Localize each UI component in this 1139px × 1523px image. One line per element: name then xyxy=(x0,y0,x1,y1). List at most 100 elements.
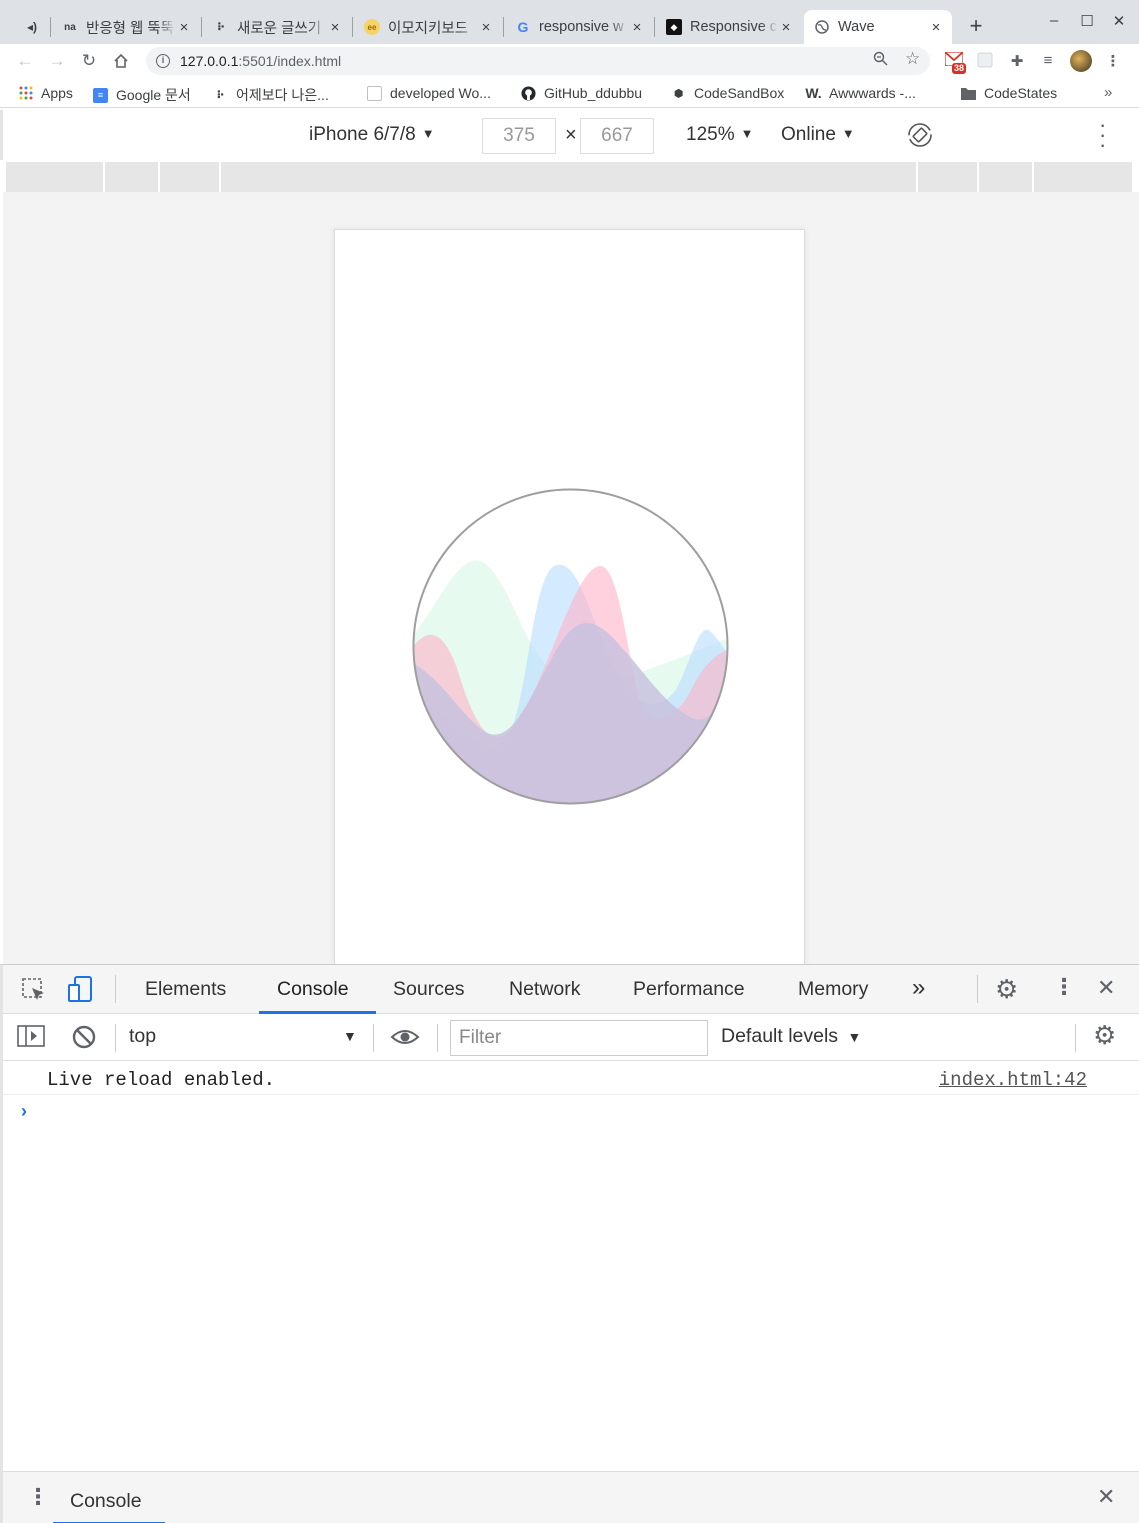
height-input[interactable]: 667 xyxy=(580,118,654,154)
inspect-element-icon[interactable] xyxy=(21,977,47,1008)
bookmark-developed[interactable]: developed Wo... xyxy=(367,85,491,101)
media-control-icon[interactable]: ≡ xyxy=(1038,52,1058,72)
close-icon[interactable]: × xyxy=(176,19,192,36)
width-input[interactable]: 375 xyxy=(482,118,556,154)
console-settings-gear-icon[interactable]: ⚙ xyxy=(1093,1020,1116,1051)
zoom-select[interactable]: 125% ▼ xyxy=(686,124,753,146)
divider xyxy=(437,1024,438,1052)
caret-down-icon: ▼ xyxy=(343,1028,357,1044)
site-info-icon[interactable]: i xyxy=(156,54,170,68)
avatar[interactable] xyxy=(1070,50,1092,72)
zoom-icon[interactable] xyxy=(873,51,888,70)
media-query-segment[interactable] xyxy=(105,162,160,192)
rotate-icon[interactable] xyxy=(907,122,933,148)
customize-menu-icon[interactable]: ⋮ xyxy=(1053,974,1075,1000)
more-options-icon[interactable]: · · · xyxy=(1099,114,1106,156)
bookmark-codesandbox[interactable]: ⬢ CodeSandBox xyxy=(671,85,785,101)
new-tab-button[interactable]: + xyxy=(962,13,990,41)
close-icon[interactable]: × xyxy=(629,19,645,36)
forward-icon[interactable]: → xyxy=(46,50,68,72)
console-message: Live reload enabled. index.html:42 xyxy=(3,1061,1139,1095)
context-select[interactable]: top xyxy=(129,1025,361,1048)
tab-separator xyxy=(201,17,202,37)
close-icon[interactable]: × xyxy=(928,19,944,36)
close-devtools-icon[interactable]: ✕ xyxy=(1097,975,1115,1001)
tab-4[interactable]: ◆ Responsive c × xyxy=(656,10,802,44)
bookmark-google-docs[interactable]: ≡ Google 문서 xyxy=(93,85,191,105)
bookmark-apps[interactable]: Apps xyxy=(18,85,73,101)
drawer-menu-icon[interactable]: ⋮ xyxy=(27,1484,49,1510)
close-drawer-icon[interactable]: ✕ xyxy=(1097,1484,1115,1510)
tab-2[interactable]: ee 이모지키보드 × xyxy=(354,10,502,44)
sidebar-toggle-icon[interactable] xyxy=(17,1024,45,1053)
tab-memory[interactable]: Memory xyxy=(798,978,868,1001)
tab-elements[interactable]: Elements xyxy=(145,978,226,1001)
maximize-icon[interactable]: ☐ xyxy=(1076,12,1098,34)
device-name: iPhone 6/7/8 xyxy=(309,124,416,145)
clear-console-icon[interactable] xyxy=(71,1024,97,1055)
bookmark-awwwards[interactable]: W. Awwwards -... xyxy=(805,85,916,101)
bookmark-label: CodeStates xyxy=(984,85,1058,101)
bookmark-label: Google 문서 xyxy=(116,87,191,103)
tab-3[interactable]: G responsive w × xyxy=(505,10,653,44)
throttle-select[interactable]: Online ▼ xyxy=(781,124,855,146)
tab-5-active[interactable]: Wave × xyxy=(804,10,952,44)
settings-gear-icon[interactable]: ⚙ xyxy=(995,974,1018,1005)
extension-grid-icon[interactable] xyxy=(975,52,995,72)
tab-title: 이모지키보드 xyxy=(388,20,469,37)
drawer-tab-console[interactable]: Console xyxy=(70,1490,142,1513)
media-query-segment[interactable] xyxy=(221,162,918,192)
bookmark-label: Apps xyxy=(41,85,73,101)
device-screen xyxy=(334,229,805,965)
tab-0[interactable]: na 반응형 웹 뚝뚝 × xyxy=(52,10,200,44)
tab-sources[interactable]: Sources xyxy=(393,978,465,1001)
media-query-segment[interactable] xyxy=(160,162,221,192)
filter-input[interactable] xyxy=(450,1020,708,1056)
close-icon[interactable]: × xyxy=(778,19,794,36)
media-query-segment[interactable] xyxy=(6,162,105,192)
bookmark-codestates[interactable]: CodeStates xyxy=(961,85,1057,101)
device-toolbar: iPhone 6/7/8 ▼ 375 × 667 125% ▼ Online ▼ · ·… xyxy=(0,110,1139,160)
device-select[interactable]: iPhone 6/7/8 ▼ xyxy=(309,124,435,146)
bookmark-label: CodeSandBox xyxy=(694,85,785,101)
tab-title: 반응형 웹 뚝뚝 xyxy=(86,20,175,37)
home-icon[interactable] xyxy=(110,50,132,72)
bookmark-star-icon[interactable]: ☆ xyxy=(905,49,920,69)
bookmark-github[interactable]: GitHub_ddubbu xyxy=(521,85,642,101)
tab-title: Wave xyxy=(838,19,875,35)
tab-1[interactable]: ⠗ 새로운 글쓰기 × xyxy=(203,10,351,44)
device-toggle-icon[interactable] xyxy=(67,975,95,1008)
console-prompt-icon[interactable]: › xyxy=(21,1101,27,1122)
media-query-segment[interactable] xyxy=(918,162,979,192)
bookmark-blog[interactable]: ⠗ 어제보다 나은... xyxy=(213,85,329,105)
tab-title: responsive w xyxy=(539,19,624,35)
more-tabs-icon[interactable]: » xyxy=(912,974,925,1002)
address-bar[interactable]: i 127.0.0.1 :5501/index.html xyxy=(146,47,930,75)
tab-network[interactable]: Network xyxy=(509,978,581,1001)
media-query-segment[interactable] xyxy=(1034,162,1132,192)
bookmark-label: GitHub_ddubbu xyxy=(544,85,643,101)
media-query-segment[interactable] xyxy=(979,162,1034,192)
tab-performance[interactable]: Performance xyxy=(633,978,745,1001)
media-query-bar[interactable] xyxy=(6,162,1132,192)
back-icon[interactable]: ← xyxy=(14,50,36,72)
eye-icon[interactable] xyxy=(390,1024,420,1055)
tab-separator xyxy=(50,17,51,37)
codepen-icon: ◆ xyxy=(666,19,682,35)
tab-pinned-audio[interactable]: ◂) xyxy=(14,10,48,44)
reload-icon[interactable]: ↻ xyxy=(78,50,100,72)
console-message-source-link[interactable]: index.html:42 xyxy=(939,1069,1087,1091)
close-icon[interactable]: × xyxy=(327,19,343,36)
log-levels-select[interactable]: Default levels ▼ xyxy=(721,1025,861,1048)
tab-console[interactable]: Console xyxy=(277,978,349,1001)
bookmarks-more-icon[interactable]: » xyxy=(1104,84,1112,101)
close-icon[interactable]: × xyxy=(478,19,494,36)
devtools-drawer: ⋮ Console ✕ xyxy=(3,1471,1139,1523)
chrome-menu-icon[interactable]: ⋮ xyxy=(1103,52,1123,72)
globe-icon xyxy=(814,19,830,35)
window-close-icon[interactable]: ✕ xyxy=(1108,12,1130,34)
extensions-puzzle-icon[interactable]: ✚ xyxy=(1007,52,1027,72)
minimize-icon[interactable]: – xyxy=(1043,12,1065,34)
log-levels-label: Default levels xyxy=(721,1025,839,1047)
tab-separator xyxy=(654,17,655,37)
